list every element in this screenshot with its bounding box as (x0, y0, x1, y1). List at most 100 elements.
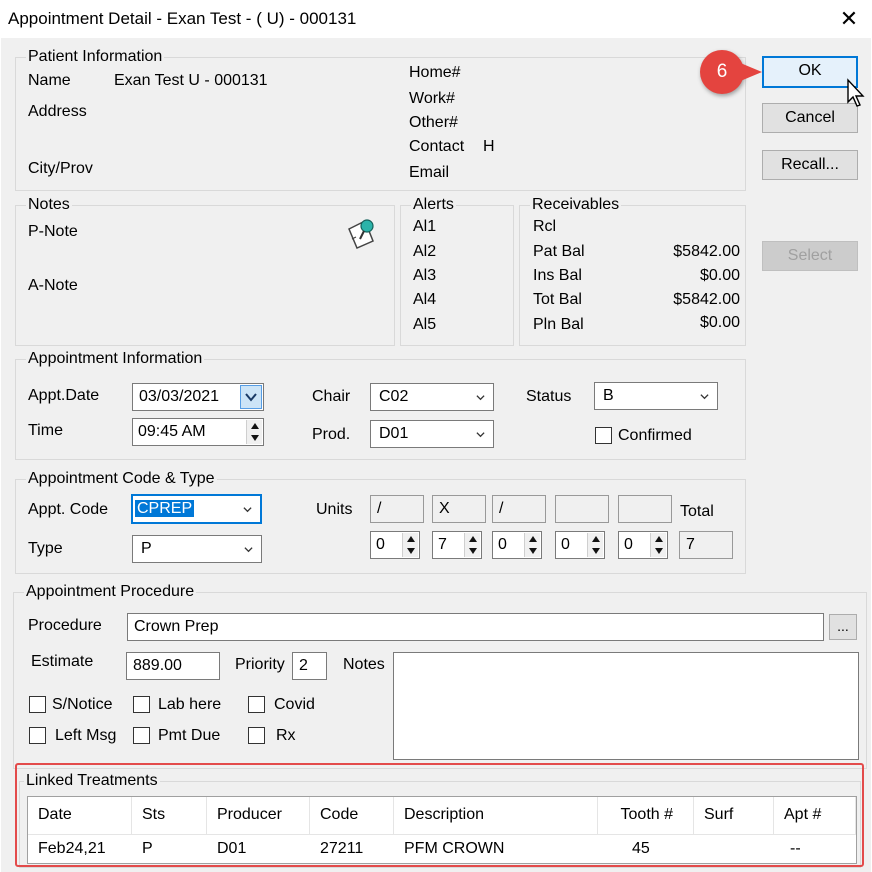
code-type-legend: Appointment Code & Type (28, 470, 215, 487)
status-label: Status (526, 388, 572, 405)
unit-value-2: 7 (438, 536, 447, 553)
email-label: Email (409, 164, 450, 181)
pmt-due-label: Pmt Due (158, 727, 221, 744)
appt-code-value: CPREP (135, 500, 195, 517)
patient-name: Exan Test U - 000131 (114, 72, 268, 89)
estimate-field[interactable]: 889.00 (126, 652, 220, 680)
unit-spin-buttons[interactable] (402, 533, 418, 557)
rx-label: Rx (276, 727, 296, 744)
patient-information-legend: Patient Information (28, 48, 163, 65)
appt-code-label: Appt. Code (28, 501, 109, 518)
p-note-label: P-Note (28, 223, 78, 240)
alert-3: Al3 (413, 267, 437, 284)
tot-bal-value: $5842.00 (673, 291, 740, 308)
alert-4: Al4 (413, 291, 437, 308)
total-value: 7 (679, 531, 733, 559)
contact-value: H (483, 138, 495, 155)
priority-field[interactable]: 2 (292, 652, 327, 680)
type-select[interactable]: P (132, 535, 262, 563)
unit-value-5: 0 (624, 536, 633, 553)
chair-value: C02 (379, 388, 409, 405)
chair-label: Chair (312, 388, 351, 405)
alert-5: Al5 (413, 316, 437, 333)
unit-spinner-5[interactable]: 0 (618, 531, 668, 559)
notes-group: Notes (15, 196, 395, 346)
chevron-down-icon (476, 395, 485, 401)
notes-textarea[interactable] (393, 652, 859, 760)
window-title: Appointment Detail - Exan Test - ( U) - … (8, 9, 357, 28)
estimate-value: 889.00 (133, 657, 182, 674)
unit-value-1: 0 (376, 536, 385, 553)
total-label: Total (680, 503, 714, 520)
highlight-frame (15, 763, 864, 867)
time-spin-buttons[interactable] (246, 420, 262, 444)
covid-checkbox[interactable] (248, 696, 265, 713)
chair-select[interactable]: C02 (370, 383, 494, 411)
alert-2: Al2 (413, 243, 437, 260)
procedure-field[interactable]: Crown Prep (127, 613, 824, 641)
left-msg-checkbox[interactable] (29, 727, 46, 744)
other-phone-label: Other# (409, 114, 458, 131)
cancel-button[interactable]: Cancel (762, 103, 858, 133)
mouse-cursor-icon (847, 78, 865, 107)
unit-spinner-3[interactable]: 0 (492, 531, 542, 559)
procedure-value: Crown Prep (134, 618, 219, 635)
procedure-legend: Appointment Procedure (26, 583, 195, 600)
s-notice-checkbox[interactable] (29, 696, 46, 713)
lab-here-checkbox[interactable] (133, 696, 150, 713)
address-label: Address (28, 103, 87, 120)
lab-here-label: Lab here (158, 696, 222, 713)
chevron-down-icon (700, 394, 709, 400)
pmt-due-checkbox[interactable] (133, 727, 150, 744)
pat-bal-value: $5842.00 (673, 243, 740, 260)
unit-spinner-4[interactable]: 0 (555, 531, 605, 559)
notepad-pin-icon[interactable] (343, 215, 379, 251)
unit-spinner-2[interactable]: 7 (432, 531, 482, 559)
unit-spin-buttons[interactable] (650, 533, 666, 557)
covid-label: Covid (274, 696, 315, 713)
priority-label: Priority (235, 656, 285, 673)
chevron-down-icon (245, 393, 257, 402)
procedure-browse-button[interactable]: ... (829, 614, 857, 640)
unit-spin-buttons[interactable] (464, 533, 480, 557)
ins-bal-label: Ins Bal (533, 267, 582, 284)
prod-select[interactable]: D01 (370, 420, 494, 448)
callout-pointer (738, 62, 762, 82)
confirmed-label: Confirmed (618, 427, 692, 444)
notes-legend: Notes (28, 196, 70, 213)
chevron-down-icon (476, 432, 485, 438)
patient-information-group: Patient Information (15, 48, 746, 191)
unit-spinner-1[interactable]: 0 (370, 531, 420, 559)
pln-bal-value: $0.00 (699, 314, 740, 331)
date-picker-dropdown[interactable] (240, 385, 262, 409)
unit-value-4: 0 (561, 536, 570, 553)
close-icon[interactable]: ✕ (834, 4, 864, 34)
time-value: 09:45 AM (138, 423, 206, 440)
unit-value-3: 0 (498, 536, 507, 553)
rx-checkbox[interactable] (248, 727, 265, 744)
confirmed-checkbox[interactable] (595, 427, 612, 444)
type-label: Type (28, 540, 63, 557)
name-label: Name (28, 72, 71, 89)
time-spinner[interactable]: 09:45 AM (132, 418, 264, 446)
alerts-legend: Alerts (413, 196, 454, 213)
priority-value: 2 (299, 657, 308, 674)
units-label: Units (316, 501, 353, 518)
prod-label: Prod. (312, 426, 351, 443)
appt-date-label: Appt.Date (28, 387, 100, 404)
unit-spin-buttons[interactable] (587, 533, 603, 557)
rcl-label: Rcl (533, 218, 557, 235)
city-prov-label: City/Prov (28, 160, 93, 177)
procedure-label: Procedure (28, 617, 102, 634)
status-select[interactable]: B (594, 382, 718, 410)
estimate-label: Estimate (31, 653, 94, 670)
notes-label: Notes (343, 656, 385, 673)
unit-spin-buttons[interactable] (524, 533, 540, 557)
recall-button[interactable]: Recall... (762, 150, 858, 180)
pln-bal-label: Pln Bal (533, 316, 584, 333)
appt-code-select[interactable]: CPREP (131, 494, 262, 524)
pat-bal-label: Pat Bal (533, 243, 585, 260)
ok-button[interactable]: OK (762, 56, 858, 88)
a-note-label: A-Note (28, 277, 78, 294)
ins-bal-value: $0.00 (699, 267, 740, 284)
